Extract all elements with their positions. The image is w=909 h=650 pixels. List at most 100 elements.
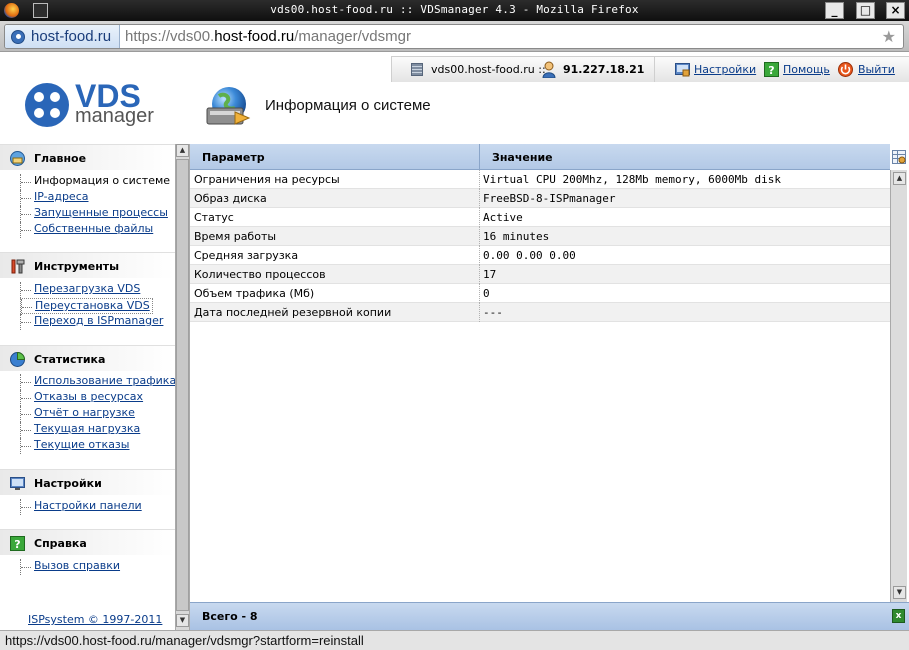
cell-value: 0 xyxy=(483,287,490,300)
bookmark-star-icon[interactable]: ★ xyxy=(882,27,896,46)
table-row[interactable]: Средняя загрузка 0.00 0.00 0.00 xyxy=(190,246,890,265)
scroll-up-button[interactable]: ▲ xyxy=(176,144,189,157)
svg-text:?: ? xyxy=(768,64,774,77)
header-toolbar: vds00.host-food.ru :: 91.227.18.21 Настр… xyxy=(391,56,909,82)
pie-chart-icon xyxy=(10,352,25,367)
sidebar-item-panel-settings[interactable]: Настройки панели xyxy=(20,499,142,515)
sidebar-item-traffic-usage[interactable]: Использование трафика xyxy=(20,374,176,390)
scroll-down-button[interactable]: ▼ xyxy=(176,614,189,627)
sidebar-item-processes[interactable]: Запущенные процессы xyxy=(20,206,168,222)
table-settings-icon[interactable] xyxy=(892,150,906,164)
cell-parameter: Ограничения на ресурсы xyxy=(194,173,340,186)
sidebar-item-load-report[interactable]: Отчёт о нагрузке xyxy=(20,406,135,422)
table-row[interactable]: Объем трафика (Мб) 0 xyxy=(190,284,890,303)
total-count: Всего - 8 xyxy=(202,610,258,623)
sidebar-item-reboot[interactable]: Перезагрузка VDS xyxy=(20,282,140,298)
sidebar-item-reinstall[interactable]: Переустановка VDS xyxy=(20,298,153,315)
window-title: vds00.host-food.ru :: VDSmanager 4.3 - M… xyxy=(270,3,639,16)
table-row[interactable]: Статус Active xyxy=(190,208,890,227)
url-path: /manager/vdsmgr xyxy=(294,28,411,45)
scroll-up-button[interactable]: ▲ xyxy=(893,172,906,185)
url-domain: host-food.ru xyxy=(214,28,295,45)
sidebar-section-title: Справка xyxy=(34,537,87,550)
host-info: vds00.host-food.ru :: 91.227.18.21 xyxy=(392,57,655,82)
sidebar-item-ispmanager[interactable]: Переход в ISPmanager xyxy=(20,314,163,330)
ip-address: 91.227.18.21 xyxy=(563,63,645,76)
sidebar: Главное Информация о системе IP-адреса З… xyxy=(0,144,176,630)
cell-parameter: Статус xyxy=(194,211,234,224)
sidebar-section-statistics[interactable]: Статистика xyxy=(0,345,175,371)
sidebar-section-tools[interactable]: Инструменты xyxy=(0,252,175,278)
system-info-icon xyxy=(206,87,251,125)
column-header-value[interactable]: Значение xyxy=(492,151,553,164)
column-header-parameter[interactable]: Параметр xyxy=(202,151,265,164)
vdsmanager-logo[interactable]: VDS manager xyxy=(25,78,165,130)
status-text: https://vds00.host-food.ru/manager/vdsmg… xyxy=(5,633,364,648)
home-icon xyxy=(10,151,25,166)
help-icon: ? xyxy=(10,536,25,551)
sidebar-section-title: Статистика xyxy=(34,353,106,366)
sidebar-item-system-info[interactable]: Информация о системе xyxy=(20,174,170,190)
help-link[interactable]: Помощь xyxy=(783,63,830,76)
maximize-button[interactable]: □ xyxy=(856,2,875,19)
sidebar-section-title: Настройки xyxy=(34,477,102,490)
sidebar-item-files[interactable]: Собственные файлы xyxy=(20,222,153,238)
logout-link[interactable]: Выйти xyxy=(858,63,895,76)
table-row[interactable]: Количество процессов 17 xyxy=(190,265,890,284)
sidebar-item-resource-denials[interactable]: Отказы в ресурсах xyxy=(20,390,143,406)
settings-link[interactable]: Настройки xyxy=(694,63,756,76)
url-text[interactable]: https://vds00.host-food.ru/manager/vdsmg… xyxy=(125,25,411,48)
sidebar-item-current-denials[interactable]: Текущие отказы xyxy=(20,438,129,454)
table-row[interactable]: Время работы 16 minutes xyxy=(190,227,890,246)
sidebar-section-title: Инструменты xyxy=(34,260,120,273)
logo-mark xyxy=(25,83,69,127)
url-bar[interactable]: host-food.ru https://vds00.host-food.ru/… xyxy=(4,24,904,49)
table-body: Ограничения на ресурсы Virtual CPU 200Mhz… xyxy=(190,170,890,322)
copyright-link[interactable]: ISPsystem © 1997-2011 xyxy=(28,613,162,626)
scrollbar-thumb[interactable] xyxy=(176,159,189,611)
scroll-down-button[interactable]: ▼ xyxy=(893,586,906,599)
excel-export-icon[interactable]: x xyxy=(892,609,905,623)
cell-parameter: Дата последней резервной копии xyxy=(194,306,392,319)
svg-text:?: ? xyxy=(14,538,20,551)
power-icon[interactable] xyxy=(838,62,853,77)
sidebar-item-current-load[interactable]: Текущая нагрузка xyxy=(20,422,140,438)
url-prefix: https://vds00. xyxy=(125,28,215,45)
table-row[interactable]: Образ диска FreeBSD-8-ISPmanager xyxy=(190,189,890,208)
server-icon xyxy=(411,63,423,76)
table-row[interactable]: Дата последней резервной копии --- xyxy=(190,303,890,322)
cell-parameter: Время работы xyxy=(194,230,277,243)
sidebar-scrollbar[interactable]: ▲ ▼ xyxy=(175,144,190,630)
close-button[interactable]: × xyxy=(886,2,905,19)
globe-icon xyxy=(11,30,25,44)
window-titlebar: vds00.host-food.ru :: VDSmanager 4.3 - M… xyxy=(0,0,909,21)
cell-value: Active xyxy=(483,211,523,224)
minimize-button[interactable]: _ xyxy=(825,2,844,19)
sidebar-item-call-help[interactable]: Вызов справки xyxy=(20,559,120,575)
table-row[interactable]: Ограничения на ресурсы Virtual CPU 200Mhz… xyxy=(190,170,890,189)
browser-status-bar: https://vds00.host-food.ru/manager/vdsmg… xyxy=(0,630,909,650)
page-title: Информация о системе xyxy=(265,97,431,114)
table-scrollbar[interactable]: ▲ ▼ xyxy=(890,170,907,602)
sidebar-section-title: Главное xyxy=(34,152,87,165)
sidebar-section-settings[interactable]: Настройки xyxy=(0,469,175,495)
sidebar-section-help[interactable]: ? Справка xyxy=(0,529,175,555)
user-icon xyxy=(542,61,556,78)
sidebar-item-ip-addresses[interactable]: IP-адреса xyxy=(20,190,89,206)
site-identity-label: host-food.ru xyxy=(31,28,112,45)
navigation-toolbar: host-food.ru https://vds00.host-food.ru/… xyxy=(0,21,909,52)
settings-icon[interactable] xyxy=(675,62,690,77)
column-divider[interactable] xyxy=(479,144,480,170)
help-icon[interactable]: ? xyxy=(764,62,779,77)
sidebar-section-main[interactable]: Главное xyxy=(0,144,175,170)
table-header: Параметр Значение xyxy=(190,144,890,170)
cell-parameter: Объем трафика (Мб) xyxy=(194,287,315,300)
cell-value: Virtual CPU 200Mhz, 128Mb memory, 6000Mb… xyxy=(483,173,782,186)
cell-value: 17 xyxy=(483,268,497,281)
cell-value: 0.00 0.00 0.00 xyxy=(483,249,576,262)
site-identity-button[interactable]: host-food.ru xyxy=(5,25,121,48)
host-name: vds00.host-food.ru :: xyxy=(431,63,546,76)
cell-value: --- xyxy=(483,306,503,319)
table-footer: Всего - 8 x xyxy=(190,602,909,630)
cell-value: FreeBSD-8-ISPmanager xyxy=(483,192,616,205)
